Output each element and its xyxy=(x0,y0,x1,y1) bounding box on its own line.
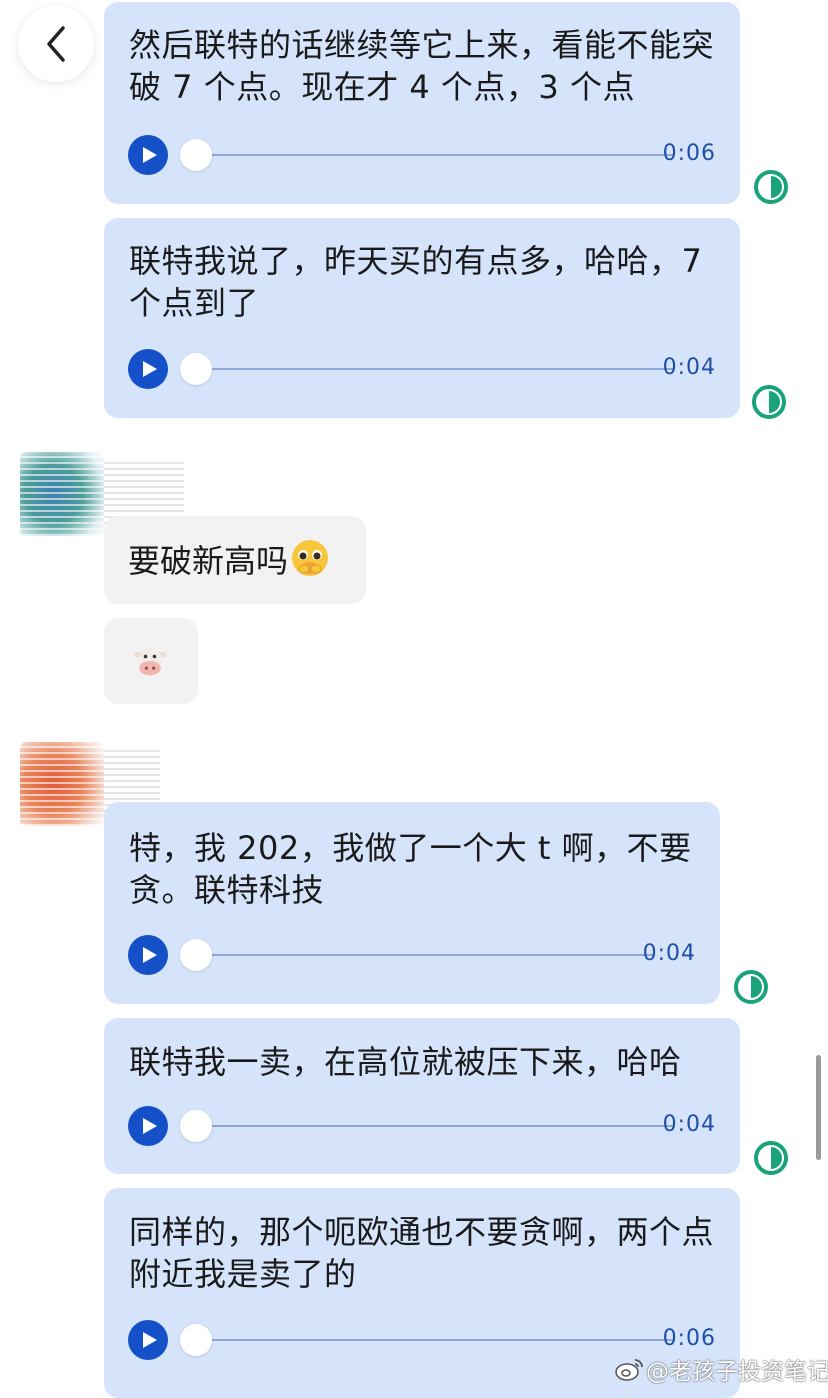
voice-message-bubble[interactable]: 然后联特的话继续等它上来，看能不能突破 7 个点。现在才 4 个点，3 个点 0… xyxy=(104,2,740,204)
half-circle-status-icon xyxy=(754,170,788,204)
audio-progress-track[interactable] xyxy=(184,1339,674,1341)
play-icon xyxy=(142,1118,157,1134)
play-button[interactable] xyxy=(128,349,168,389)
play-button[interactable] xyxy=(128,135,168,175)
transcription-text: 联特我一卖，在高位就被压下来，哈哈 xyxy=(129,1043,682,1081)
audio-progress-knob[interactable] xyxy=(180,139,212,171)
audio-duration: 0:06 xyxy=(662,1326,716,1351)
avatar[interactable] xyxy=(20,452,104,536)
play-icon xyxy=(142,147,157,163)
audio-duration: 0:04 xyxy=(662,1112,716,1137)
audio-progress-knob[interactable] xyxy=(180,1324,212,1356)
play-button[interactable] xyxy=(128,1106,168,1146)
play-button[interactable] xyxy=(128,1320,168,1360)
sticker-message-bubble[interactable] xyxy=(104,618,198,704)
audio-progress-track[interactable] xyxy=(184,1125,674,1127)
audio-progress-knob[interactable] xyxy=(180,939,212,971)
audio-duration: 0:04 xyxy=(642,941,696,966)
audio-progress-knob[interactable] xyxy=(180,1110,212,1142)
audio-player: 0:04 xyxy=(128,1106,716,1146)
weibo-logo-icon xyxy=(615,1359,643,1381)
message-text-content: 要破新高吗 xyxy=(128,542,289,580)
audio-duration: 0:06 xyxy=(662,141,716,166)
voice-message-bubble[interactable]: 特，我 202，我做了一个大 t 啊，不要贪。联特科技 0:04 xyxy=(104,802,720,1004)
cow-face-emoji xyxy=(133,648,167,676)
pleading-face-emoji xyxy=(292,540,329,576)
audio-player: 0:06 xyxy=(128,135,716,175)
transcription-text: 同样的，那个呃欧通也不要贪啊，两个点附近我是卖了的 xyxy=(129,1213,715,1293)
scrollbar[interactable] xyxy=(816,1055,821,1160)
play-button[interactable] xyxy=(128,935,168,975)
watermark-text: @老孩子投资笔记 xyxy=(646,1359,828,1385)
watermark: @老孩子投资笔记 xyxy=(614,1352,828,1386)
voice-message-bubble[interactable]: 联特我说了，昨天买的有点多，哈哈，7 个点到了 0:04 xyxy=(104,218,740,418)
play-icon xyxy=(142,947,157,963)
audio-progress-track[interactable] xyxy=(184,154,674,156)
half-circle-status-icon xyxy=(734,970,768,1004)
play-icon xyxy=(142,361,157,377)
transcription-text: 联特我说了，昨天买的有点多，哈哈，7 个点到了 xyxy=(129,242,703,322)
message-text: 要破新高吗 xyxy=(128,538,330,583)
play-icon xyxy=(142,1332,157,1348)
text-message-bubble[interactable]: 要破新高吗 xyxy=(104,516,366,604)
audio-progress-track[interactable] xyxy=(184,368,674,370)
half-circle-status-icon xyxy=(754,1141,788,1175)
audio-player: 0:04 xyxy=(128,935,696,975)
audio-progress-knob[interactable] xyxy=(180,353,212,385)
audio-progress-track[interactable] xyxy=(184,954,654,956)
back-button[interactable] xyxy=(18,6,94,82)
audio-duration: 0:04 xyxy=(662,355,716,380)
audio-player: 0:04 xyxy=(128,349,716,389)
chevron-left-icon xyxy=(47,26,65,62)
voice-message-bubble[interactable]: 联特我一卖，在高位就被压下来，哈哈 0:04 xyxy=(104,1018,740,1174)
transcription-text: 然后联特的话继续等它上来，看能不能突破 7 个点。现在才 4 个点，3 个点 xyxy=(129,26,715,106)
half-circle-status-icon xyxy=(752,385,786,419)
avatar[interactable] xyxy=(20,742,104,826)
transcription-text: 特，我 202，我做了一个大 t 啊，不要贪。联特科技 xyxy=(129,829,692,909)
